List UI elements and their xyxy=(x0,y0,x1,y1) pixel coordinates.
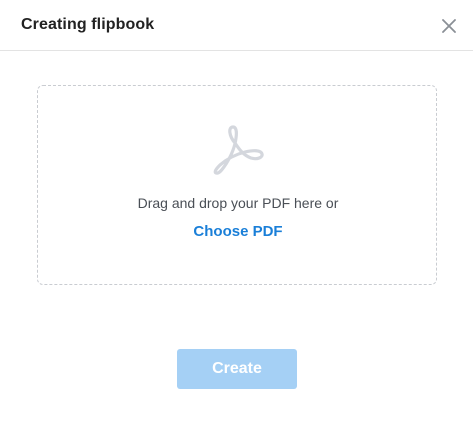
close-button[interactable] xyxy=(438,15,459,36)
pdf-icon xyxy=(213,125,264,175)
dialog-header: Creating flipbook xyxy=(0,0,473,51)
creating-flipbook-dialog: Creating flipbook Drag and drop your PDF… xyxy=(0,0,473,427)
close-icon xyxy=(441,18,456,33)
create-button[interactable]: Create xyxy=(177,349,297,389)
pdf-dropzone[interactable]: Drag and drop your PDF here or Choose PD… xyxy=(37,85,437,285)
drop-instruction: Drag and drop your PDF here or xyxy=(137,195,339,211)
dialog-title: Creating flipbook xyxy=(21,16,155,33)
choose-pdf-link[interactable]: Choose PDF xyxy=(38,222,438,242)
